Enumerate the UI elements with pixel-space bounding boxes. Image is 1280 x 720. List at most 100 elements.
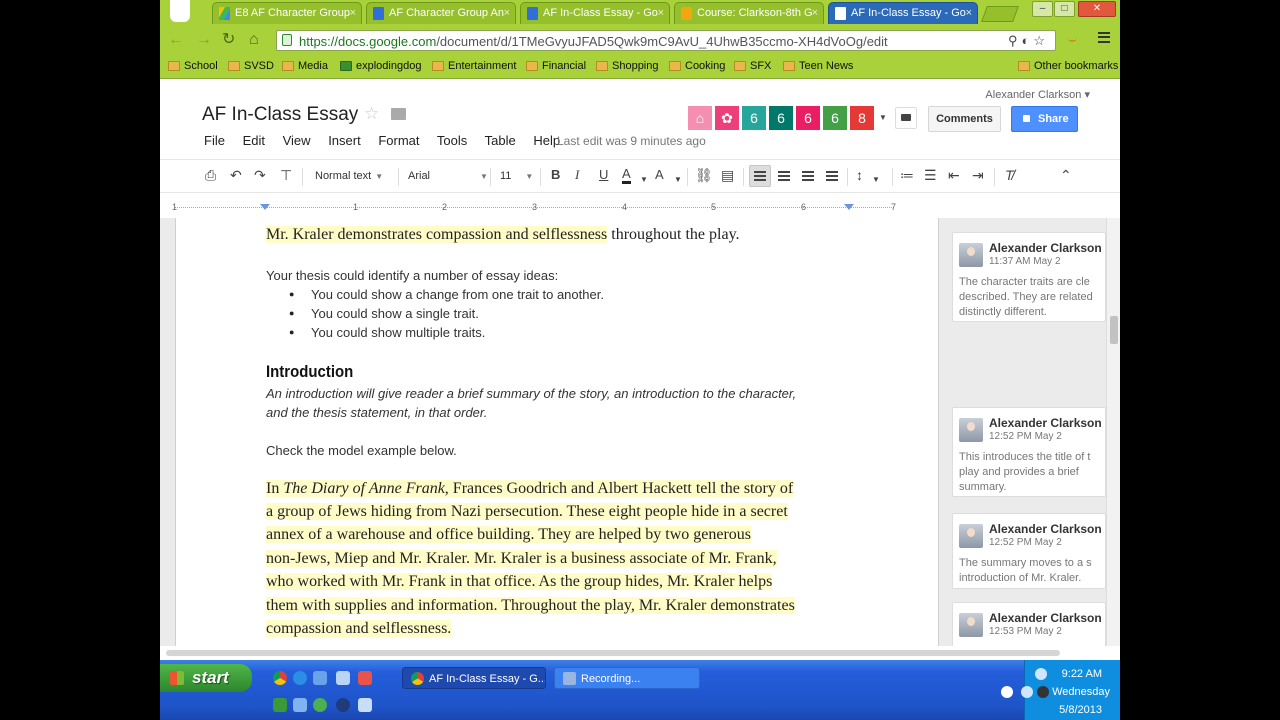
collaborator-avatar[interactable]: ⌂ — [688, 106, 712, 130]
last-edit-status[interactable]: Last edit was 9 minutes ago — [557, 134, 706, 148]
address-bar[interactable]: https://docs.google.com/document/d/1TMeG… — [276, 30, 1056, 51]
clock-day[interactable]: Wednesday — [1052, 686, 1110, 698]
tab-4[interactable]: Course: Clarkson-8th G × — [674, 2, 824, 24]
menu-icon[interactable] — [1098, 32, 1110, 43]
document-page[interactable]: Mr. Kraler demonstrates compassion and s… — [175, 218, 939, 646]
back-icon[interactable]: ← — [168, 32, 184, 48]
bulleted-list-icon[interactable]: ☰ — [924, 167, 937, 183]
bold-icon[interactable]: B — [551, 167, 560, 183]
quicklaunch-icon[interactable] — [293, 698, 307, 712]
reload-icon[interactable]: ↻ — [222, 32, 235, 48]
intro-description-line[interactable]: and the thesis statement, in that order. — [266, 405, 487, 420]
quicklaunch-icon[interactable] — [313, 671, 327, 685]
horizontal-scrollbar[interactable] — [160, 646, 1120, 660]
menu-view[interactable]: View — [283, 133, 311, 148]
close-icon[interactable]: × — [504, 7, 510, 19]
folder-icon[interactable] — [391, 108, 406, 120]
comment-card[interactable]: Alexander Clarkson 11:37 AM May 2 The ch… — [952, 232, 1106, 322]
bookmark-sfx[interactable]: SFX — [734, 60, 771, 72]
tab-3[interactable]: AF In-Class Essay - Go × — [520, 2, 670, 24]
taskbar-item-chrome[interactable]: AF In-Class Essay - G... — [402, 667, 546, 689]
quicklaunch-icon[interactable] — [273, 698, 287, 712]
ruler[interactable]: 1 1 2 3 4 5 6 7 — [160, 196, 1120, 219]
collaborator-avatar[interactable]: ✿ — [715, 106, 739, 130]
menu-insert[interactable]: Insert — [328, 133, 361, 148]
highlight-color-icon[interactable]: A — [655, 167, 664, 183]
font-select[interactable]: Arial ▼ — [408, 170, 488, 182]
numbered-list-icon[interactable]: ≔ — [900, 167, 914, 183]
menu-format[interactable]: Format — [378, 133, 419, 148]
line-spacing-icon[interactable]: ↕ — [856, 167, 863, 183]
bookmark-explodingdog[interactable]: explodingdog — [340, 60, 421, 72]
tray-icon[interactable] — [1021, 686, 1033, 698]
quicklaunch-icon[interactable] — [336, 671, 350, 685]
style-select[interactable]: Normal text ▼ — [315, 170, 383, 182]
increase-indent-icon[interactable]: ⇥ — [972, 167, 984, 183]
close-icon[interactable]: × — [658, 7, 664, 19]
underline-icon[interactable]: U — [599, 167, 608, 183]
comment-card[interactable]: Alexander Clarkson 12:52 PM May 2 This i… — [952, 407, 1106, 497]
profile-icon[interactable] — [170, 0, 190, 22]
bookmark-teen-news[interactable]: Teen News — [783, 60, 853, 72]
italic-icon[interactable]: I — [575, 167, 579, 183]
scrollbar-thumb[interactable] — [166, 650, 1060, 656]
quicklaunch-icon[interactable] — [358, 698, 372, 712]
menu-file[interactable]: File — [204, 133, 225, 148]
home-icon[interactable]: ⌂ — [249, 32, 259, 48]
maximize-button[interactable]: □ — [1054, 1, 1075, 17]
heading-introduction[interactable]: Introduction — [266, 362, 353, 382]
clock-date[interactable]: 5/8/2013 — [1059, 704, 1102, 716]
align-right-icon[interactable] — [802, 171, 814, 181]
tab-active[interactable]: AF In-Class Essay - Go × — [828, 2, 978, 24]
collaborator-avatar[interactable]: 6 — [742, 106, 766, 130]
tab-2[interactable]: AF Character Group An × — [366, 2, 516, 24]
undo-icon[interactable]: ↶ — [230, 167, 242, 183]
ie-icon[interactable] — [293, 671, 307, 685]
model-line[interactable]: annex of a warehouse and office building… — [266, 526, 752, 544]
close-icon[interactable]: × — [966, 7, 972, 19]
collaborator-avatar[interactable]: 8 — [850, 106, 874, 130]
bookmark-entertainment[interactable]: Entertainment — [432, 60, 516, 72]
chevron-down-icon[interactable]: ▼ — [879, 113, 887, 122]
bookmark-media[interactable]: Media — [282, 60, 328, 72]
chrome-icon[interactable] — [273, 671, 287, 685]
close-icon[interactable]: × — [812, 7, 818, 19]
model-line[interactable]: who worked with Mr. Frank in that office… — [266, 573, 773, 591]
left-indent-marker[interactable] — [260, 204, 270, 210]
align-center-icon[interactable] — [778, 171, 790, 181]
forward-icon[interactable]: → — [196, 32, 212, 48]
bookmark-svsd[interactable]: SVSD — [228, 60, 274, 72]
menu-edit[interactable]: Edit — [243, 133, 265, 148]
redo-icon[interactable]: ↷ — [254, 167, 266, 183]
model-line[interactable]: compassion and selflessness. — [266, 620, 452, 638]
paragraph-check-model[interactable]: Check the model example below. — [266, 443, 457, 458]
decrease-indent-icon[interactable]: ⇤ — [948, 167, 960, 183]
model-line[interactable]: non-Jews, Miep and Mr. Kraler. Mr. Krale… — [266, 550, 777, 568]
other-bookmarks[interactable]: Other bookmarks — [1018, 60, 1118, 72]
comment-card[interactable]: Alexander Clarkson 12:53 PM May 2 — [952, 602, 1106, 646]
list-item[interactable]: You could show a single trait. — [289, 306, 479, 321]
print-icon[interactable]: ⎙ — [205, 167, 216, 183]
close-icon[interactable]: × — [350, 7, 356, 19]
bookmark-shopping[interactable]: Shopping — [596, 60, 659, 72]
user-account[interactable]: Alexander Clarkson ▾ — [985, 88, 1090, 101]
bookmark-financial[interactable]: Financial — [526, 60, 586, 72]
share-button[interactable]: Share — [1011, 106, 1078, 132]
taskbar-item-recording[interactable]: Recording... — [554, 667, 700, 689]
collapse-icon[interactable]: ⌃ — [1060, 167, 1072, 183]
comments-button[interactable]: Comments — [928, 106, 1001, 132]
document-title[interactable]: AF In-Class Essay — [202, 104, 358, 126]
paint-format-icon[interactable]: ⊤ — [280, 167, 292, 183]
menu-table[interactable]: Table — [485, 133, 516, 148]
paragraph-thesis-ideas[interactable]: Your thesis could identify a number of e… — [266, 268, 558, 283]
tray-icon[interactable] — [1035, 668, 1047, 680]
link-icon[interactable]: ⛓ — [695, 167, 713, 183]
clock-time[interactable]: 9:22 AM — [1062, 668, 1102, 680]
comment-card[interactable]: Alexander Clarkson 12:52 PM May 2 The su… — [952, 513, 1106, 589]
collaborator-avatar[interactable]: 6 — [769, 106, 793, 130]
bookmark-cooking[interactable]: Cooking — [669, 60, 725, 72]
quicklaunch-icon[interactable] — [313, 698, 327, 712]
paragraph-thesis[interactable]: Mr. Kraler demonstrates compassion and s… — [266, 226, 740, 244]
amazon-icon[interactable]: ⌣ — [1068, 32, 1077, 48]
chevron-down-icon[interactable]: ▼ — [640, 172, 648, 188]
